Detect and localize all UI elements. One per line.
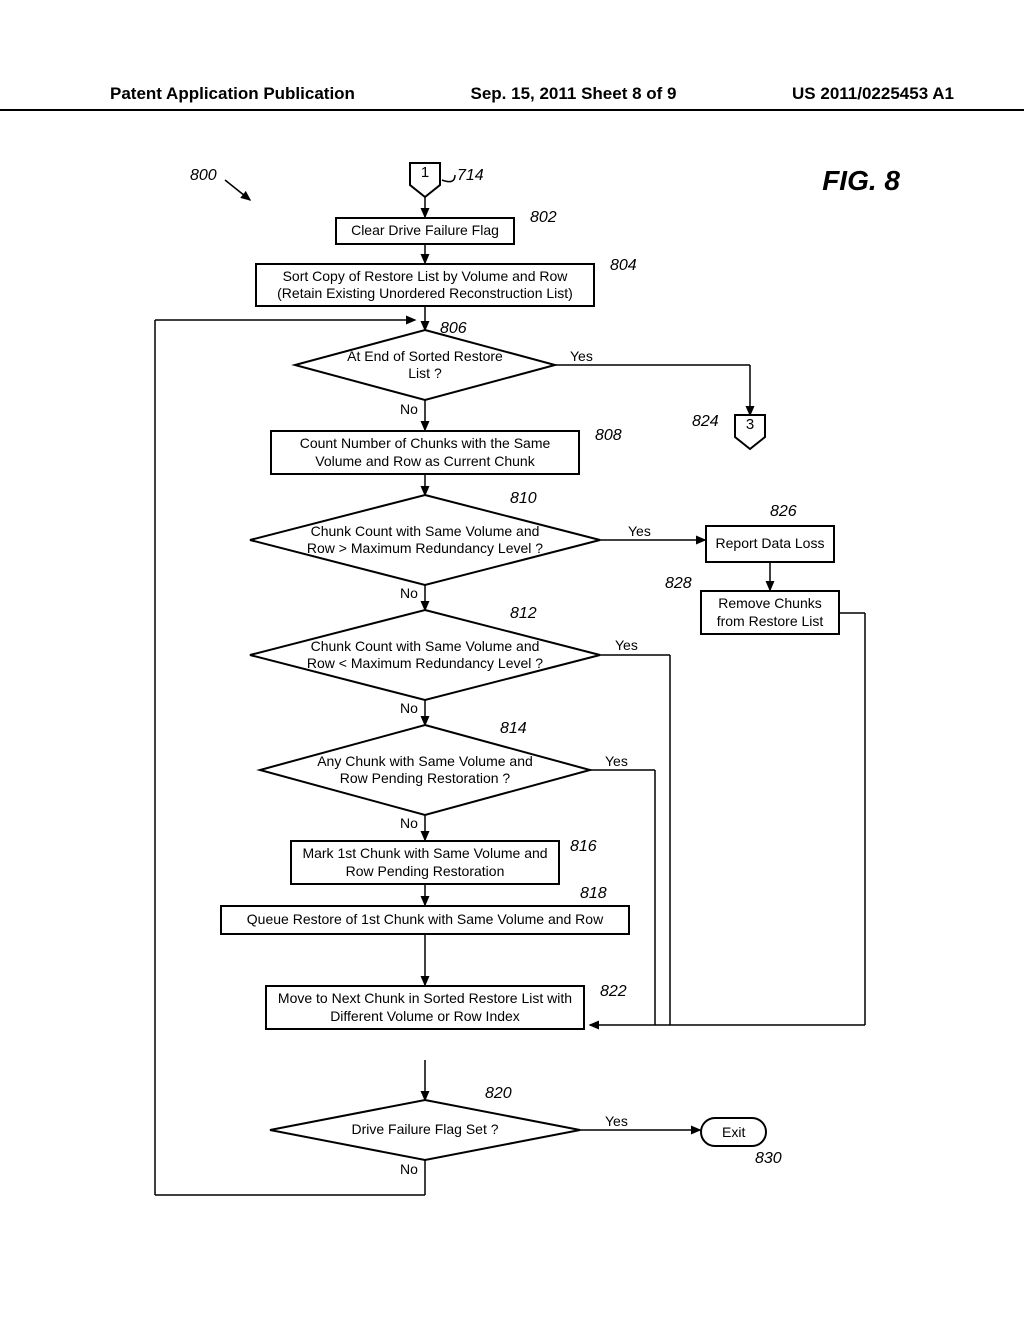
- header-left: Patent Application Publication: [110, 84, 355, 104]
- ref-812: 812: [510, 605, 537, 623]
- ref-820: 820: [485, 1085, 512, 1103]
- connector-3: 3: [735, 414, 765, 436]
- flow-lines: [110, 145, 910, 1275]
- ref-804: 804: [610, 257, 637, 275]
- box-822: Move to Next Chunk in Sorted Restore Lis…: [265, 985, 585, 1030]
- label-yes-814: Yes: [605, 753, 628, 769]
- box-808: Count Number of Chunks with the Same Vol…: [270, 430, 580, 475]
- box-802: Clear Drive Failure Flag: [335, 217, 515, 245]
- figure-8: FIG. 8 800: [110, 145, 910, 1275]
- box-818: Queue Restore of 1st Chunk with Same Vol…: [220, 905, 630, 935]
- ref-810: 810: [510, 490, 537, 508]
- box-826: Report Data Loss: [705, 525, 835, 563]
- ref-806: 806: [440, 320, 467, 338]
- ref-814: 814: [500, 720, 527, 738]
- label-no-812: No: [400, 700, 418, 716]
- label-no-810: No: [400, 585, 418, 601]
- ref-802: 802: [530, 209, 557, 227]
- box-828: Remove Chunks from Restore List: [700, 590, 840, 635]
- dec-820: Drive Failure Flag Set ?: [335, 1110, 515, 1150]
- ref-822: 822: [600, 983, 627, 1001]
- dec-806: At End of Sorted Restore List ?: [345, 340, 505, 390]
- terminal-exit: Exit: [700, 1117, 767, 1147]
- dec-812: Chunk Count with Same Volume and Row < M…: [305, 622, 545, 688]
- label-yes-810: Yes: [628, 523, 651, 539]
- page-header: Patent Application Publication Sep. 15, …: [0, 84, 1024, 111]
- ref-808: 808: [595, 427, 622, 445]
- label-no-814: No: [400, 815, 418, 831]
- dec-810: Chunk Count with Same Volume and Row > M…: [305, 507, 545, 573]
- ref-824: 824: [692, 413, 719, 431]
- label-no-820: No: [400, 1161, 418, 1177]
- header-center: Sep. 15, 2011 Sheet 8 of 9: [470, 84, 676, 104]
- dec-814: Any Chunk with Same Volume and Row Pendi…: [310, 737, 540, 803]
- label-no-806: No: [400, 401, 418, 417]
- connector-1: 1: [410, 162, 440, 184]
- ref-826: 826: [770, 503, 797, 521]
- ref-830: 830: [755, 1150, 782, 1168]
- label-yes-820: Yes: [605, 1113, 628, 1129]
- ref-818: 818: [580, 885, 607, 903]
- ref-714: 714: [457, 167, 484, 185]
- ref-828: 828: [665, 575, 692, 593]
- box-804: Sort Copy of Restore List by Volume and …: [255, 263, 595, 307]
- label-yes-806: Yes: [570, 348, 593, 364]
- box-816: Mark 1st Chunk with Same Volume and Row …: [290, 840, 560, 885]
- header-right: US 2011/0225453 A1: [792, 84, 954, 104]
- label-yes-812: Yes: [615, 637, 638, 653]
- ref-816: 816: [570, 838, 597, 856]
